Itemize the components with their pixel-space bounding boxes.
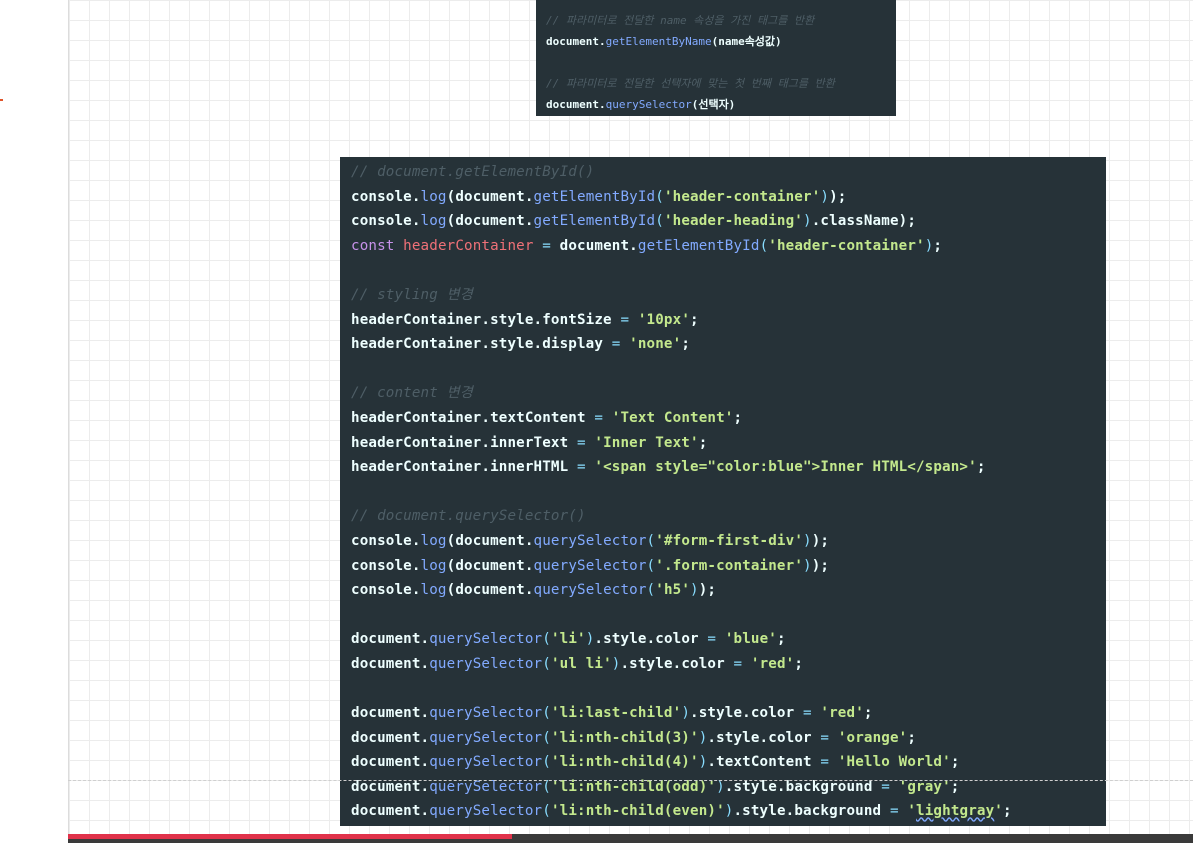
code-line: headerContainer.textContent = 'Text Cont…: [351, 409, 743, 426]
code-line: document.querySelector('li').style.color…: [351, 631, 786, 648]
code-comment: // 파라미터로 전달한 name 속성을 가진 태그를 반환: [546, 14, 815, 27]
code-line: document.querySelector('li:nth-child(3)'…: [351, 729, 917, 746]
code-line: console.log(document.querySelector('h5')…: [351, 582, 717, 599]
grid-page: // 파라미터로 전달한 name 속성을 가진 태그를 반환 document…: [68, 0, 1193, 834]
code-line: document.getElementByName(name속성값): [546, 35, 782, 48]
left-margin: [0, 0, 68, 843]
code-comment: // content 변경: [351, 385, 474, 402]
code-line: const headerContainer = document.getElem…: [351, 237, 943, 254]
video-progress-bar[interactable]: [68, 834, 1193, 843]
code-line: document.querySelector('ul li').style.co…: [351, 655, 804, 672]
code-line: document.querySelector('li:nth-child(odd…: [351, 778, 960, 795]
code-comment: // document.querySelector(): [351, 508, 586, 525]
code-line: console.log(document.querySelector('#for…: [351, 532, 830, 549]
top-code-snippet: // 파라미터로 전달한 name 속성을 가진 태그를 반환 document…: [536, 0, 896, 116]
video-progress-fill[interactable]: [68, 834, 513, 839]
code-line: console.log(document.getElementById('hea…: [351, 213, 917, 230]
code-line: headerContainer.innerHTML = '<span style…: [351, 459, 986, 476]
code-line: document.querySelector('li:nth-child(4)'…: [351, 754, 960, 771]
code-line: document.querySelector('li:nth-child(eve…: [351, 803, 1012, 820]
code-line: console.log(document.getElementById('hea…: [351, 188, 847, 205]
code-line: headerContainer.innerText = 'Inner Text'…: [351, 434, 708, 451]
page-divider: [68, 780, 1193, 781]
code-comment: // styling 변경: [351, 286, 474, 303]
code-line: headerContainer.style.display = 'none';: [351, 336, 691, 353]
code-comment: // document.getElementById(): [351, 164, 595, 180]
main-code-block: // document.getElementById() console.log…: [340, 157, 1106, 826]
code-line: headerContainer.style.fontSize = '10px';: [351, 311, 699, 328]
code-comment: // 파라미터로 전달한 선택자에 맞는 첫 번째 태그를 반환: [546, 77, 835, 90]
code-line: console.log(document.querySelector('.for…: [351, 557, 830, 574]
code-line: document.querySelector('li:last-child').…: [351, 705, 873, 722]
marker-dot: [0, 99, 3, 101]
code-line: document.querySelector(선택자): [546, 98, 736, 111]
